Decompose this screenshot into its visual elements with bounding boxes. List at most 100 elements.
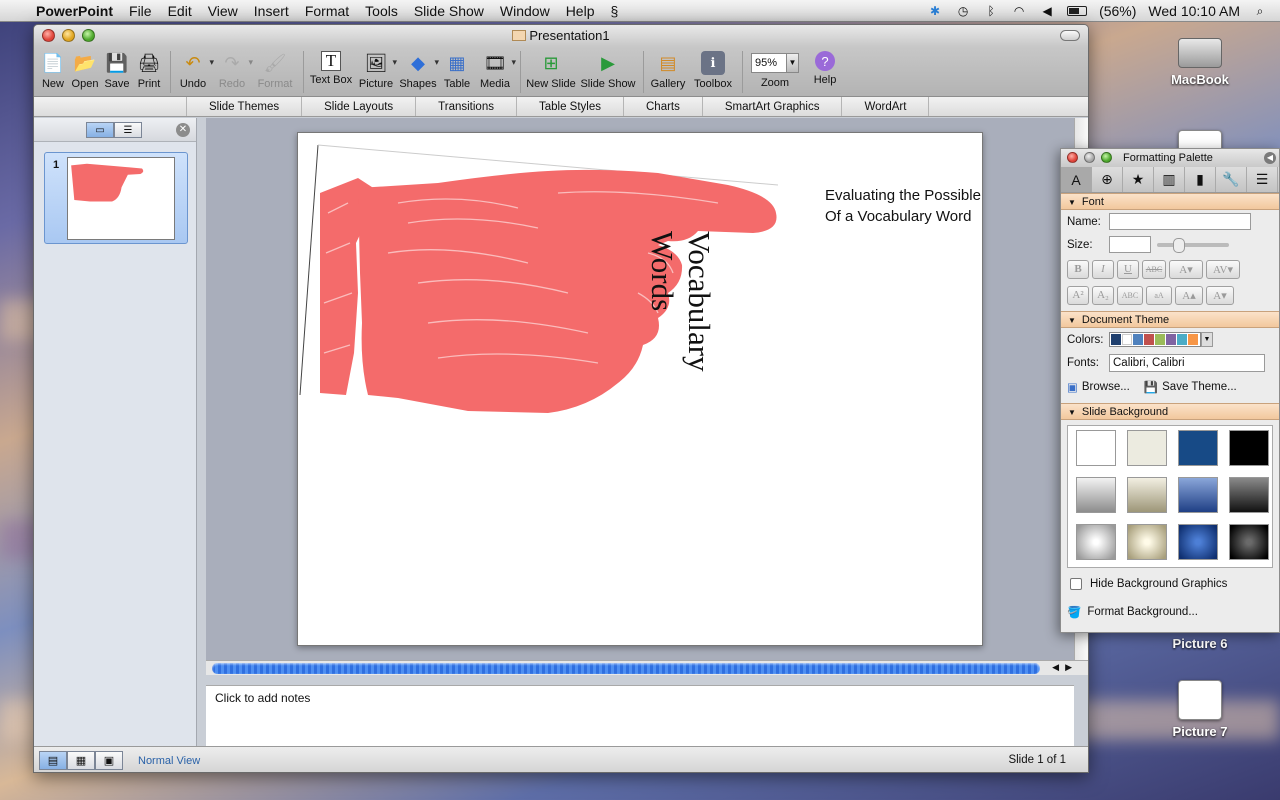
subscript-icon[interactable]: A₂: [1092, 285, 1114, 305]
palette-collapse-icon[interactable]: ◀: [1264, 152, 1276, 164]
hide-background-graphics-checkbox[interactable]: [1070, 578, 1082, 590]
background-style-swatch[interactable]: [1076, 477, 1116, 513]
menu-format[interactable]: Format: [297, 3, 357, 19]
format-painter-button[interactable]: 🖌 Format: [253, 51, 297, 91]
background-style-swatch[interactable]: [1229, 430, 1269, 466]
font-color-icon[interactable]: A▾: [1169, 259, 1203, 279]
open-button[interactable]: 📂 Open: [70, 51, 100, 91]
save-theme-button[interactable]: Save Theme...: [1162, 381, 1237, 393]
picture-button[interactable]: 🖼 Picture: [356, 51, 397, 91]
tab-charts[interactable]: Charts: [623, 97, 702, 116]
palette-close-button[interactable]: [1067, 152, 1078, 163]
background-style-swatch[interactable]: [1178, 524, 1218, 560]
slide-sorter-view-icon[interactable]: ▦: [67, 751, 95, 770]
decrease-font-size-icon[interactable]: A▾: [1206, 285, 1234, 305]
new-slide-button[interactable]: ⊞ New Slide: [525, 51, 577, 91]
background-style-swatch[interactable]: [1229, 524, 1269, 560]
slides-view-icon[interactable]: ▭: [86, 122, 114, 138]
background-style-swatch[interactable]: [1076, 524, 1116, 560]
custom-animation-tab-icon[interactable]: ★: [1123, 167, 1154, 192]
slide-title-text[interactable]: Evaluating the Possible Meanings Of a Vo…: [825, 185, 982, 227]
minimize-window-button[interactable]: [62, 29, 75, 42]
battery-percent[interactable]: (56%): [1099, 3, 1136, 19]
menu-window[interactable]: Window: [492, 3, 558, 19]
slide-show-view-icon[interactable]: ▣: [95, 751, 123, 770]
document-theme-section-header[interactable]: Document Theme: [1061, 311, 1279, 328]
menu-view[interactable]: View: [200, 3, 246, 19]
browse-theme-button[interactable]: Browse...: [1082, 381, 1130, 393]
change-case-icon[interactable]: aA: [1146, 285, 1172, 305]
menu-slide-show[interactable]: Slide Show: [406, 3, 492, 19]
battery-icon[interactable]: [1067, 5, 1088, 16]
spotlight-search-icon[interactable]: ⌕: [1252, 4, 1268, 18]
zoom-control[interactable]: 95% ▼ Zoom: [747, 51, 803, 89]
background-style-swatch[interactable]: [1127, 430, 1167, 466]
increase-font-size-icon[interactable]: A▴: [1175, 285, 1203, 305]
background-style-swatch[interactable]: [1229, 477, 1269, 513]
print-button[interactable]: 🖨 Print: [134, 51, 164, 91]
character-spacing-icon[interactable]: AV▾: [1206, 259, 1240, 279]
small-caps-icon[interactable]: ABC: [1117, 285, 1143, 305]
italic-icon[interactable]: I: [1092, 259, 1114, 279]
gallery-button[interactable]: ▤ Gallery: [648, 51, 688, 91]
scrapbook-tab-icon[interactable]: ▥: [1154, 167, 1185, 192]
notes-pane[interactable]: Click to add notes: [206, 685, 1074, 746]
reference-tools-tab-icon[interactable]: ▮: [1185, 167, 1216, 192]
tab-slide-themes[interactable]: Slide Themes: [186, 97, 301, 116]
normal-view-icon[interactable]: ▤: [39, 751, 67, 770]
menu-clock[interactable]: Wed 10:10 AM: [1148, 3, 1240, 19]
bluetooth-icon[interactable]: ᛒ: [983, 4, 999, 18]
desktop-icon-picture-7[interactable]: Picture 7: [1155, 680, 1245, 739]
desktop-icon-picture-6[interactable]: Picture 6: [1155, 636, 1245, 651]
formatting-tab-icon[interactable]: A: [1061, 167, 1092, 192]
toolbar-toggle-button[interactable]: [1060, 30, 1080, 41]
menu-app-name[interactable]: PowerPoint: [34, 3, 121, 19]
shapes-button[interactable]: ◆ Shapes: [398, 51, 439, 91]
table-button[interactable]: ▦ Table: [440, 51, 474, 91]
outline-view-icon[interactable]: ☰: [114, 122, 142, 138]
strikethrough-icon[interactable]: ABC: [1142, 259, 1166, 279]
menu-file[interactable]: File: [121, 3, 160, 19]
menu-help[interactable]: Help: [558, 3, 603, 19]
menu-tools[interactable]: Tools: [357, 3, 406, 19]
tab-table-styles[interactable]: Table Styles: [515, 97, 623, 116]
slide-show-button[interactable]: ▶ Slide Show: [579, 51, 637, 91]
desktop-icon-macbook[interactable]: MacBook: [1155, 32, 1245, 87]
zoom-value-field[interactable]: 95%: [751, 53, 787, 73]
close-pane-icon[interactable]: ✕: [176, 123, 190, 137]
undo-button[interactable]: ↶ Undo: [175, 51, 214, 91]
font-size-field[interactable]: [1109, 236, 1151, 253]
volume-icon[interactable]: ◀: [1039, 4, 1055, 18]
script-menu-icon[interactable]: §: [602, 3, 626, 19]
vertical-title-text[interactable]: Vocabulary Words: [644, 231, 718, 372]
palette-title-bar[interactable]: Formatting Palette ◀: [1061, 149, 1279, 167]
tab-slide-layouts[interactable]: Slide Layouts: [301, 97, 415, 116]
object-palette-tab-icon[interactable]: ⊕: [1092, 167, 1123, 192]
bold-icon[interactable]: B: [1067, 259, 1089, 279]
tab-smartart-graphics[interactable]: SmartArt Graphics: [701, 97, 842, 116]
toolbox-button[interactable]: ℹ Toolbox: [690, 51, 736, 90]
scroll-arrows-icon[interactable]: ◀▶: [1052, 662, 1078, 673]
tab-wordart[interactable]: WordArt: [841, 97, 930, 116]
format-background-button[interactable]: Format Background...: [1087, 606, 1198, 618]
zoom-dropdown-arrow-icon[interactable]: ▼: [787, 53, 799, 73]
background-style-swatch[interactable]: [1127, 524, 1167, 560]
hide-background-graphics-label[interactable]: Hide Background Graphics: [1090, 578, 1227, 590]
save-button[interactable]: 💾 Save: [102, 51, 132, 91]
text-box-button[interactable]: T Text Box: [308, 51, 354, 86]
font-section-header[interactable]: Font: [1061, 193, 1279, 210]
project-palette-tab-icon[interactable]: ☰: [1247, 167, 1278, 192]
theme-fonts-select[interactable]: Calibri, Calibri: [1109, 353, 1265, 372]
time-machine-icon[interactable]: ◷: [955, 4, 971, 18]
background-style-swatch[interactable]: [1076, 430, 1116, 466]
close-window-button[interactable]: [42, 29, 55, 42]
document-proxy-icon[interactable]: [512, 30, 527, 41]
theme-colors-swatches[interactable]: [1109, 332, 1201, 347]
slide-background-section-header[interactable]: Slide Background: [1061, 403, 1279, 420]
new-button[interactable]: 📄 New: [38, 51, 68, 91]
slide[interactable]: Evaluating the Possible Meanings Of a Vo…: [297, 132, 983, 646]
superscript-icon[interactable]: A²: [1067, 285, 1089, 305]
sync-icon[interactable]: ✱: [927, 4, 943, 18]
horizontal-scrollbar[interactable]: ◀▶: [206, 660, 1088, 675]
font-name-field[interactable]: [1109, 213, 1251, 230]
